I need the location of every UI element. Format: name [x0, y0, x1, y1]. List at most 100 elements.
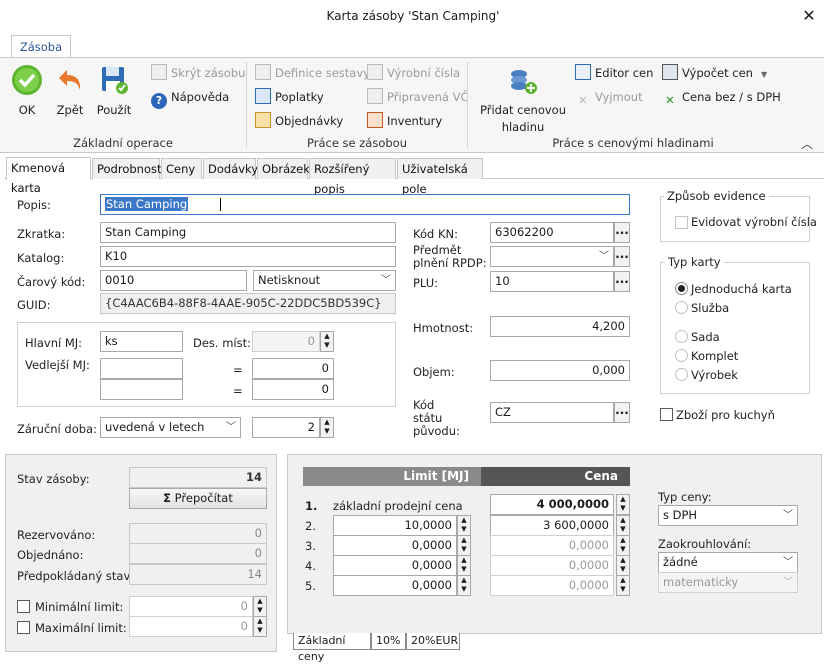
sheet-tab-20eur[interactable]: 20%EUR	[406, 633, 460, 650]
sheet-tab-10[interactable]: 10%	[371, 633, 406, 650]
warranty-input[interactable]: 2	[252, 417, 320, 438]
warranty-unit-select[interactable]: uvedená v letech ﹀	[100, 417, 241, 438]
plu-lookup-button[interactable]: ...	[614, 271, 630, 292]
price-calc-button[interactable]: Výpočet cen ▼	[662, 63, 767, 83]
tab-kmenova-karta[interactable]: Kmenová karta	[6, 157, 91, 195]
max-limit-stepper[interactable]: ▲ ▼	[253, 616, 267, 637]
tab-dodavky[interactable]: Dodávky	[203, 158, 258, 179]
kod-statu-input[interactable]: CZ	[490, 402, 614, 423]
hide-stock-button[interactable]: Skrýt zásobu	[151, 63, 245, 83]
up-icon: ▲	[324, 418, 330, 426]
hlavni-mj-input[interactable]: ks	[100, 331, 183, 352]
price-input-1[interactable]: 4 000,0000	[490, 494, 614, 515]
ribbon-tab-zasoba[interactable]: Zásoba	[11, 35, 71, 58]
min-limit-input[interactable]: 0	[129, 596, 253, 617]
limit-input-2[interactable]: 10,0000	[333, 515, 457, 536]
vedlejsi-mj-input-2[interactable]	[100, 379, 183, 400]
price-stepper-5[interactable]: ▲ ▼	[616, 575, 630, 596]
kitchen-checkbox[interactable]	[660, 408, 673, 421]
apply-button[interactable]: Použít	[94, 64, 134, 117]
price-editor-button[interactable]: Editor cen	[575, 63, 653, 83]
carovy-kod-input[interactable]: 0010	[100, 270, 247, 291]
price-input-4[interactable]: 0,0000	[490, 555, 614, 576]
tab-rozsireny-popis[interactable]: Rozšířený popis	[309, 158, 396, 196]
plu-input[interactable]: 10	[490, 271, 614, 292]
down-icon: ▼	[257, 626, 263, 634]
kod-kn-input[interactable]: 63062200	[490, 222, 614, 243]
recalc-button[interactable]: Σ Přepočítat	[129, 488, 267, 509]
orders-button[interactable]: Objednávky	[255, 111, 343, 131]
tab-ceny[interactable]: Ceny	[161, 158, 202, 179]
price-stepper-2[interactable]: ▲ ▼	[616, 515, 630, 536]
limit-input-5[interactable]: 0,0000	[333, 575, 457, 596]
prepared-serial-button[interactable]: Připravená VČ	[367, 87, 469, 107]
limit-stepper-2[interactable]: ▲ ▼	[457, 515, 471, 536]
close-icon[interactable]: ✕	[798, 6, 820, 26]
serial-icon	[367, 64, 383, 80]
radio-set[interactable]	[675, 330, 688, 343]
fees-button[interactable]: Poplatky	[255, 87, 324, 107]
add-price-level-button[interactable]: Přidat cenovou hladinu	[478, 64, 568, 134]
kod-kn-lookup-button[interactable]: ...	[614, 222, 630, 243]
rounding-select[interactable]: žádné ﹀	[658, 552, 798, 573]
max-limit-input[interactable]: 0	[129, 616, 253, 637]
price-vat-toggle-button[interactable]: ✕ Cena bez / s DPH	[662, 87, 781, 107]
group-label-basic: Základní operace	[73, 136, 173, 150]
katalog-input[interactable]: K10	[100, 246, 396, 267]
max-limit-checkbox[interactable]	[17, 621, 30, 634]
remove-label: Vyjmout	[595, 90, 643, 104]
rpdp-lookup-button[interactable]: ...	[614, 246, 630, 267]
rounding-mode-select[interactable]: matematicky ﹀	[658, 572, 798, 593]
fees-icon	[255, 88, 271, 104]
back-button[interactable]: Zpět	[52, 64, 88, 117]
collapse-ribbon-icon[interactable]: ︿	[801, 135, 813, 152]
zkratka-input[interactable]: Stan Camping	[100, 222, 396, 243]
warranty-stepper[interactable]: ▲ ▼	[320, 417, 334, 438]
up-icon: ▲	[324, 332, 330, 340]
inventory-button[interactable]: Inventury	[367, 111, 442, 131]
kod-statu-lookup-button[interactable]: ...	[614, 402, 630, 423]
min-limit-checkbox[interactable]	[17, 600, 30, 613]
price-input-2[interactable]: 3 600,0000	[490, 515, 614, 536]
ok-button[interactable]: OK	[8, 64, 46, 117]
tab-podrobnosti[interactable]: Podrobnosti	[92, 158, 165, 179]
price-stepper-3[interactable]: ▲ ▼	[616, 535, 630, 556]
min-limit-stepper[interactable]: ▲ ▼	[253, 596, 267, 617]
vedlejsi-mj-input-1[interactable]	[100, 358, 183, 379]
limit-stepper-5[interactable]: ▲ ▼	[457, 575, 471, 596]
rpdp-select[interactable]: ﹀	[490, 246, 614, 267]
warranty-unit-value: uvedená v letech	[105, 420, 205, 434]
objem-input[interactable]: 0,000	[490, 360, 630, 381]
help-button[interactable]: ? Nápověda	[151, 87, 229, 109]
barcode-print-select[interactable]: Netisknout ﹀	[253, 270, 396, 291]
vedlejsi-ratio-2[interactable]: 0	[252, 379, 334, 400]
price-input-5[interactable]: 0,0000	[490, 575, 614, 596]
chevron-down-icon: ﹀	[381, 275, 391, 286]
popis-input[interactable]: Stan Camping	[100, 194, 630, 215]
vedlejsi-ratio-1[interactable]: 0	[252, 358, 334, 379]
serial-evidence-checkbox[interactable]	[675, 216, 688, 229]
price-stepper-4[interactable]: ▲ ▼	[616, 555, 630, 576]
des-mist-stepper[interactable]: ▲ ▼	[320, 331, 334, 352]
price-input-3[interactable]: 0,0000	[490, 535, 614, 556]
serial-numbers-button[interactable]: Výrobní čísla	[367, 63, 460, 83]
des-mist-input[interactable]: 0	[252, 331, 320, 352]
objednano-value: 0	[129, 543, 267, 564]
limit-input-4[interactable]: 0,0000	[333, 555, 457, 576]
radio-simple-card[interactable]	[675, 282, 688, 295]
radio-complet[interactable]	[675, 349, 688, 362]
limit-stepper-3[interactable]: ▲ ▼	[457, 535, 471, 556]
limit-stepper-4[interactable]: ▲ ▼	[457, 555, 471, 576]
sheet-tab-base-prices[interactable]: Základní ceny	[293, 633, 371, 663]
tab-uzivatelska-pole[interactable]: Uživatelská pole	[397, 158, 483, 196]
hmotnost-input[interactable]: 4,200	[490, 316, 630, 337]
limit-input-3[interactable]: 0,0000	[333, 535, 457, 556]
radio-service[interactable]	[675, 301, 688, 314]
set-definition-button[interactable]: Definice sestavy	[255, 63, 370, 83]
remove-button[interactable]: ✕ Vyjmout	[575, 87, 643, 107]
price-type-select[interactable]: s DPH ﹀	[658, 505, 798, 526]
radio-product[interactable]	[675, 368, 688, 381]
price-stepper-1[interactable]: ▲ ▼	[616, 494, 630, 515]
tab-obrazek[interactable]: Obrázek	[257, 158, 310, 179]
fees-label: Poplatky	[275, 90, 324, 104]
